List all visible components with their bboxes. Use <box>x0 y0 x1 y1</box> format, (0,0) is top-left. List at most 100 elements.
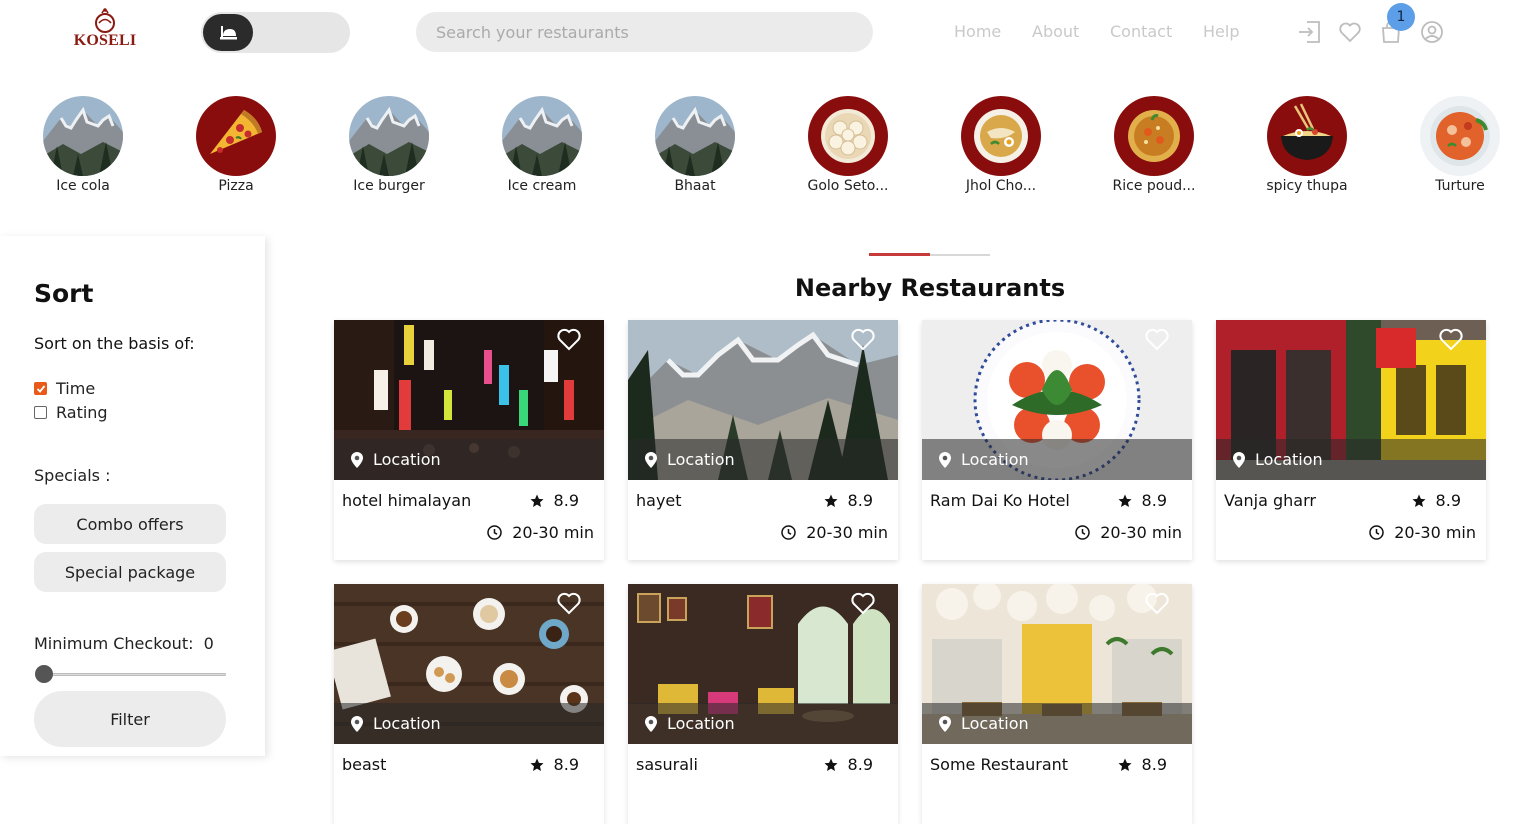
clock-icon <box>487 525 502 540</box>
restaurant-card[interactable]: Location Ram Dai Ko Hotel 8.9 20-30 min <box>922 320 1192 560</box>
location-bar[interactable]: Location <box>628 439 898 480</box>
user-icon[interactable] <box>1418 18 1446 46</box>
time-value: 20-30 min <box>512 523 594 542</box>
restaurant-rating: 8.9 <box>530 755 579 774</box>
location-bar[interactable]: Location <box>1216 439 1486 480</box>
restaurant-card[interactable]: Location hotel himalayan 8.9 20-30 min <box>334 320 604 560</box>
star-icon <box>1412 494 1426 508</box>
noodle-bowl-icon <box>1267 96 1347 176</box>
restaurant-name: Ram Dai Ko Hotel <box>930 491 1070 510</box>
location-pin-icon <box>645 451 657 468</box>
dish-cover-icon <box>220 25 237 39</box>
favorite-heart-icon[interactable] <box>1438 327 1464 351</box>
location-label: Location <box>373 714 441 733</box>
restaurant-card[interactable]: Location hayet 8.9 20-30 min <box>628 320 898 560</box>
location-bar[interactable]: Location <box>922 439 1192 480</box>
category-item[interactable]: Golo Seto... <box>788 96 908 194</box>
location-pin-icon <box>351 451 363 468</box>
nav-about[interactable]: About <box>1032 22 1079 41</box>
nav-home[interactable]: Home <box>954 22 1001 41</box>
location-label: Location <box>961 714 1029 733</box>
soup-bowl-icon <box>961 96 1041 176</box>
time-value: 20-30 min <box>1100 523 1182 542</box>
restaurant-card[interactable]: Location beast 8.9 <box>334 584 604 824</box>
view-mode-toggle[interactable] <box>201 12 350 53</box>
login-icon[interactable] <box>1295 18 1323 46</box>
favorite-heart-icon[interactable] <box>556 591 582 615</box>
category-label: Turture <box>1435 178 1485 194</box>
restaurant-card[interactable]: Location Some Restaurant 8.9 <box>922 584 1192 824</box>
special-package-button[interactable]: Special package <box>34 552 226 592</box>
favorite-heart-icon[interactable] <box>1144 591 1170 615</box>
toggle-knob[interactable] <box>203 14 253 51</box>
clock-icon <box>1075 525 1090 540</box>
restaurant-rating: 8.9 <box>824 755 873 774</box>
favorite-heart-icon[interactable] <box>1144 327 1170 351</box>
sort-option-time[interactable]: Time <box>34 379 95 398</box>
restaurant-rating: 8.9 <box>824 491 873 510</box>
restaurant-rating: 8.9 <box>530 491 579 510</box>
category-item[interactable]: Pizza <box>176 96 296 194</box>
star-icon <box>530 758 544 772</box>
restaurant-name: Some Restaurant <box>930 755 1069 774</box>
restaurant-name: Vanja gharr <box>1224 491 1316 510</box>
favorite-heart-icon[interactable] <box>556 327 582 351</box>
min-checkout-label: Minimum Checkout: 0 <box>34 634 214 653</box>
sort-option-label: Time <box>56 379 96 398</box>
category-item[interactable]: Ice cream <box>482 96 602 194</box>
restaurant-card[interactable]: Location sasurali 8.9 <box>628 584 898 824</box>
search-input[interactable] <box>416 12 873 52</box>
location-pin-icon <box>939 715 951 732</box>
heart-icon[interactable] <box>1336 18 1364 46</box>
category-item[interactable]: Ice burger <box>329 96 449 194</box>
restaurant-name: hotel himalayan <box>342 491 472 510</box>
category-label: Pizza <box>218 178 254 194</box>
logo[interactable]: KOSELI <box>70 6 140 56</box>
min-checkout-value: 0 <box>203 634 214 653</box>
restaurant-rating: 8.9 <box>1412 491 1461 510</box>
category-item[interactable]: Turture <box>1400 96 1520 194</box>
checkbox-checked[interactable] <box>34 382 47 395</box>
nav-help[interactable]: Help <box>1203 22 1239 41</box>
location-bar[interactable]: Location <box>334 439 604 480</box>
location-bar[interactable]: Location <box>334 703 604 744</box>
favorite-heart-icon[interactable] <box>850 327 876 351</box>
delivery-time: 20-30 min <box>781 523 888 542</box>
location-label: Location <box>667 450 735 469</box>
mountain-photo-icon <box>349 96 429 176</box>
section-title: Nearby Restaurants <box>794 274 1066 302</box>
category-item[interactable]: Rice poud... <box>1094 96 1214 194</box>
delivery-time: 20-30 min <box>487 523 594 542</box>
clock-icon <box>781 525 796 540</box>
category-item[interactable]: Jhol Cho... <box>941 96 1061 194</box>
min-checkout-text: Minimum Checkout: <box>34 634 194 653</box>
slider-handle[interactable] <box>35 665 53 683</box>
sort-option-rating[interactable]: Rating <box>34 403 108 422</box>
category-label: Jhol Cho... <box>965 178 1037 194</box>
location-pin-icon <box>351 715 363 732</box>
favorite-heart-icon[interactable] <box>850 591 876 615</box>
star-icon <box>530 494 544 508</box>
delivery-time: 20-30 min <box>1369 523 1476 542</box>
min-checkout-slider[interactable] <box>38 673 226 676</box>
checkbox-unchecked[interactable] <box>34 406 47 419</box>
category-item[interactable]: Ice cola <box>23 96 143 194</box>
specials-label: Specials : <box>34 466 111 485</box>
category-item[interactable]: Bhaat <box>635 96 755 194</box>
category-label: Bhaat <box>674 178 716 194</box>
mountain-photo-icon <box>43 96 123 176</box>
nav-contact[interactable]: Contact <box>1110 22 1172 41</box>
delivery-time: 20-30 min <box>1075 523 1182 542</box>
location-pin-icon <box>645 715 657 732</box>
combo-offers-button[interactable]: Combo offers <box>34 504 226 544</box>
restaurant-card[interactable]: Location Vanja gharr 8.9 20-30 min <box>1216 320 1486 560</box>
location-bar[interactable]: Location <box>628 703 898 744</box>
filter-button[interactable]: Filter <box>34 691 226 747</box>
time-value: 20-30 min <box>806 523 888 542</box>
chef-pot-logo-icon <box>95 8 115 33</box>
category-item[interactable]: spicy thupa <box>1247 96 1367 194</box>
location-bar[interactable]: Location <box>922 703 1192 744</box>
sort-option-label: Rating <box>56 403 108 422</box>
rating-value: 8.9 <box>1141 491 1167 510</box>
section-divider <box>930 254 990 256</box>
